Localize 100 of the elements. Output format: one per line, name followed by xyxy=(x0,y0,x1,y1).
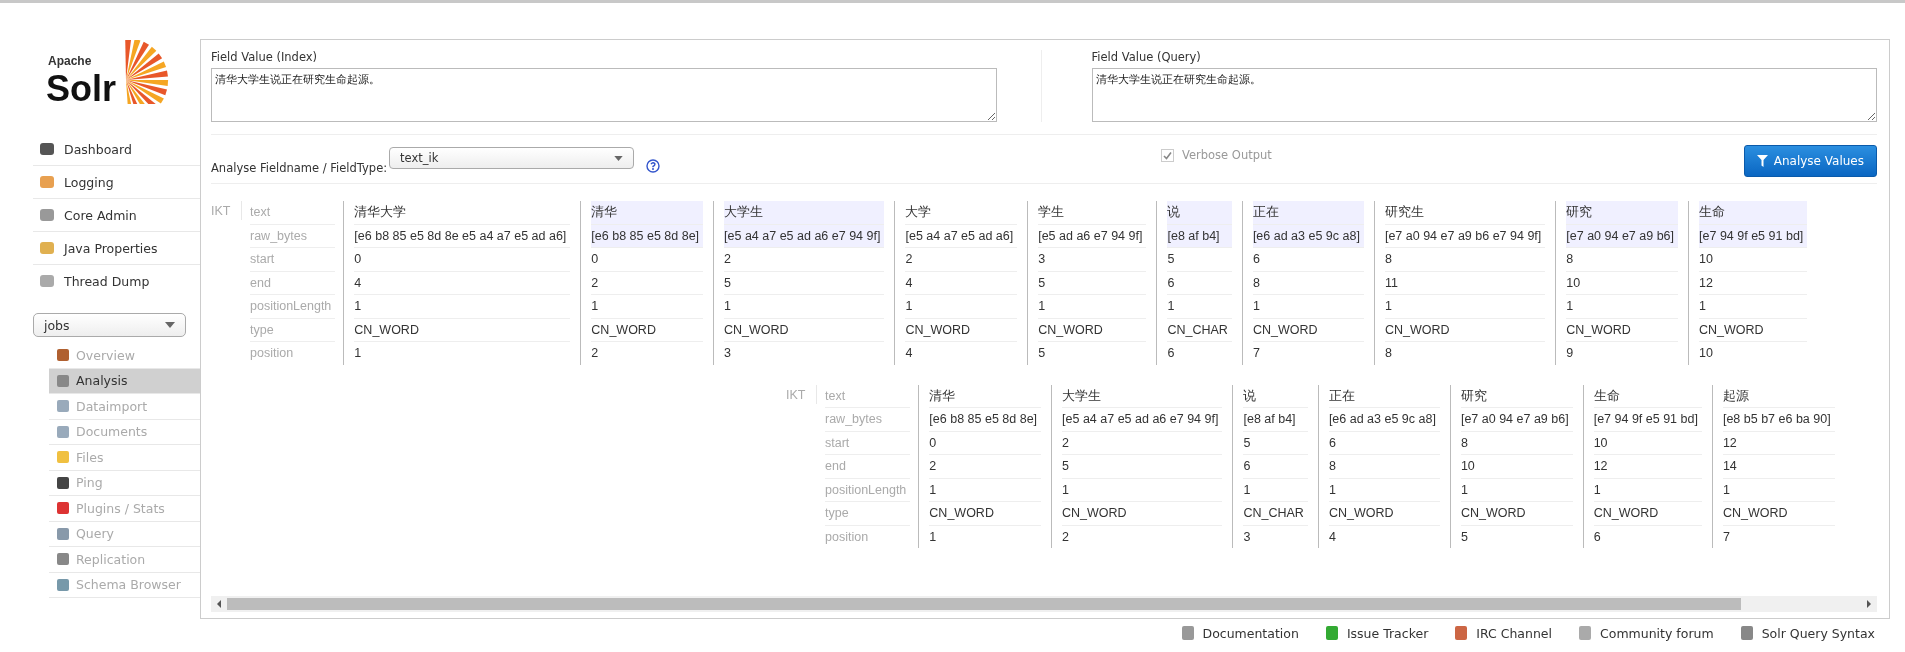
token-cell: CN_WORD xyxy=(929,502,1042,526)
token-cell: CN_WORD xyxy=(1593,502,1702,526)
token-cell: 11 xyxy=(1384,271,1546,295)
horizontal-scrollbar[interactable] xyxy=(211,596,1877,612)
nav-item[interactable]: Thread Dump xyxy=(33,265,200,297)
nav-item[interactable]: Logging xyxy=(33,166,200,199)
token-cell: 10 xyxy=(1460,455,1573,479)
logo-wordmark: Solr xyxy=(46,68,116,110)
query-value-field[interactable]: 清华大学生说正在研究生命起源。 xyxy=(1091,68,1877,122)
token-cell: 研究 xyxy=(1566,201,1679,225)
token-cell: 0 xyxy=(354,248,571,272)
core-menu-item[interactable]: Analysis xyxy=(49,368,200,394)
token-cell: CN_WORD xyxy=(1252,318,1364,342)
core-selector[interactable]: jobs xyxy=(33,313,186,337)
row-label: start xyxy=(250,248,336,272)
row-label: text xyxy=(825,384,911,408)
token-cell-text: 7 xyxy=(1252,345,1261,362)
token-cell: 1 xyxy=(591,295,704,319)
token-cell-text: 10 xyxy=(1699,345,1714,362)
token-cell: CN_WORD xyxy=(724,318,885,342)
token-cell-text: 2 xyxy=(591,345,600,362)
token-cell: [e6 ad a3 e5 9c a8] xyxy=(1252,224,1364,248)
token-cell: CN_WORD xyxy=(905,318,1018,342)
token-cell: 3 xyxy=(1038,248,1147,272)
token-cell-text: 4 xyxy=(905,345,914,362)
token-cell: [e7 a0 94 e7 a9 b6 e7 94 9f] xyxy=(1384,224,1546,248)
token-cell: [e7 a0 94 e7 a9 b6] xyxy=(1566,224,1679,248)
footer-link[interactable]: Documentation xyxy=(1180,625,1299,641)
token-cell: 1 xyxy=(1243,478,1308,502)
token-cell: 2 xyxy=(591,271,704,295)
token-cell: 0 xyxy=(591,248,704,272)
verbose-checkbox[interactable] xyxy=(1161,148,1174,162)
row-label: positionLength xyxy=(250,295,336,319)
row-label: end xyxy=(250,271,336,295)
solr-logo[interactable]: Apache Solr xyxy=(46,45,200,119)
token-cell: 1 xyxy=(1593,478,1702,502)
nav-item[interactable]: Core Admin xyxy=(33,199,200,232)
row-label: positionLength xyxy=(825,478,911,502)
token-cell: 12 xyxy=(1699,271,1808,295)
token-cell: [e6 b8 85 e5 8d 8e e5 a4 a7 e5 ad a6] xyxy=(354,224,571,248)
token-cell: 5 xyxy=(1038,271,1147,295)
token-cell: 8 xyxy=(1252,271,1364,295)
token-cell-text: 5 xyxy=(1038,345,1047,362)
token-cell: 10 xyxy=(1566,271,1679,295)
footer-link[interactable]: Solr Query Syntax xyxy=(1739,625,1875,641)
index-value-field[interactable]: 清华大学生说正在研究生命起源。 xyxy=(211,68,997,122)
token-cell: 起源 xyxy=(1722,384,1835,408)
analyse-values-button[interactable]: Analyse Values xyxy=(1743,145,1877,177)
token-cell: CN_WORD xyxy=(1384,318,1546,342)
token-cell: 5 xyxy=(1167,248,1232,272)
token-cell: 1 xyxy=(1384,295,1546,319)
token-cell: 2 xyxy=(905,248,1018,272)
token-cell: 说 xyxy=(1167,201,1232,225)
token-cell: CN_CHAR xyxy=(1243,502,1308,526)
token-cell: [e6 b8 85 e5 8d 8e] xyxy=(929,408,1042,432)
row-label: type xyxy=(825,502,911,526)
token-cell: 1 xyxy=(1252,295,1364,319)
token-cell: CN_WORD xyxy=(1038,318,1147,342)
row-label: raw_bytes xyxy=(250,224,336,248)
footer-link[interactable]: Community forum xyxy=(1578,625,1714,641)
token-cell: 2 xyxy=(929,455,1042,479)
scroll-right-button[interactable] xyxy=(1865,599,1873,609)
token-cell: 6 xyxy=(1328,431,1440,455)
nav-item[interactable]: Dashboard xyxy=(33,133,200,166)
token-cell: 6 xyxy=(1243,455,1308,479)
token-cell: 1 xyxy=(1038,295,1147,319)
help-icon[interactable] xyxy=(646,159,661,173)
token-cell: CN_WORD xyxy=(1328,502,1440,526)
token-cell: [e8 af b4] xyxy=(1167,224,1232,248)
token-cell-text: 9 xyxy=(1566,345,1575,362)
token-cell: [e6 b8 85 e5 8d 8e] xyxy=(591,224,704,248)
token-cell-text: 1 xyxy=(354,345,363,362)
token-cell: 4 xyxy=(354,271,571,295)
tokenizer-label: IKT xyxy=(786,384,817,404)
nav-item[interactable]: Java Properties xyxy=(33,232,200,265)
token-cell: 8 xyxy=(1384,248,1546,272)
row-label: text xyxy=(250,201,336,225)
token-cell: 14 xyxy=(1722,455,1835,479)
token-cell: CN_CHAR xyxy=(1167,318,1232,342)
scroll-left-button[interactable] xyxy=(215,599,223,609)
token-cell: 正在 xyxy=(1328,384,1440,408)
token-cell: [e5 a4 a7 e5 ad a6 e7 94 9f] xyxy=(1062,408,1223,432)
token-cell: 2 xyxy=(724,248,885,272)
token-cell: CN_WORD xyxy=(1460,502,1573,526)
row-label: start xyxy=(825,431,911,455)
token-cell-text: 5 xyxy=(1460,528,1469,546)
token-cell: [e5 a4 a7 e5 ad a6] xyxy=(905,224,1018,248)
fieldtype-dropdown[interactable]: text_ik xyxy=(389,147,635,169)
field-label: Field Value (Query) xyxy=(1091,50,1202,64)
token-cell: [e7 94 9f e5 91 bd] xyxy=(1699,224,1808,248)
caret-icon xyxy=(165,322,175,328)
token-cell: 说 xyxy=(1243,384,1308,408)
token-cell: CN_WORD xyxy=(591,318,704,342)
token-cell: 10 xyxy=(1699,248,1808,272)
footer-link[interactable]: Issue Tracker xyxy=(1324,625,1429,641)
token-cell: 1 xyxy=(905,295,1018,319)
footer-link[interactable]: IRC Channel xyxy=(1454,625,1553,641)
logo-caption: Apache xyxy=(48,54,93,68)
token-cell-text: 6 xyxy=(1593,528,1602,546)
token-cell: 研究 xyxy=(1460,384,1573,408)
